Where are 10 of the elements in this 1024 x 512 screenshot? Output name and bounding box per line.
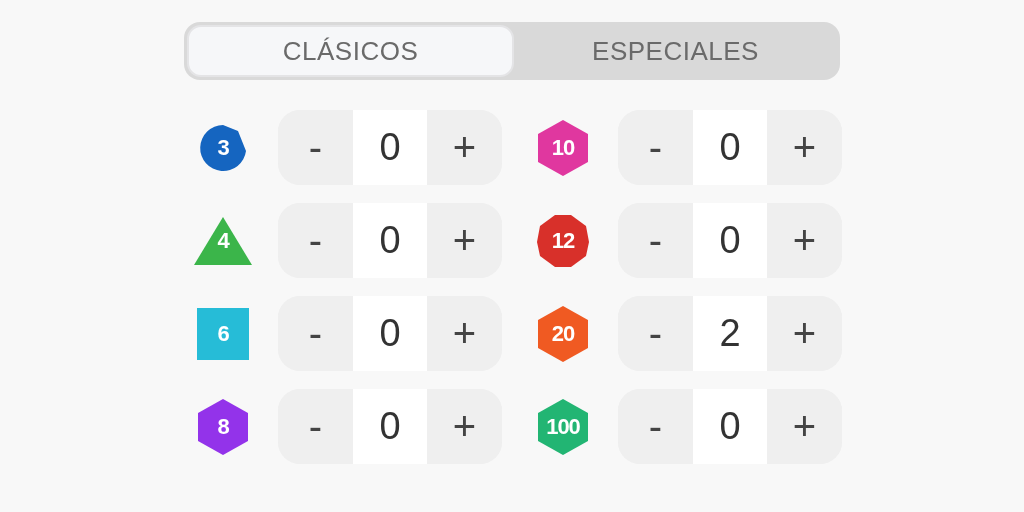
tab[interactable]: CLÁSICOS (187, 25, 514, 77)
count-value: 2 (693, 296, 767, 371)
count-value: 0 (693, 389, 767, 464)
count-value: 0 (693, 203, 767, 278)
count-value: 0 (353, 110, 427, 185)
tab[interactable]: ESPECIALES (514, 25, 837, 77)
count-value: 0 (353, 203, 427, 278)
count-value: 0 (693, 110, 767, 185)
count-value: 0 (353, 389, 427, 464)
count-value: 0 (353, 296, 427, 371)
